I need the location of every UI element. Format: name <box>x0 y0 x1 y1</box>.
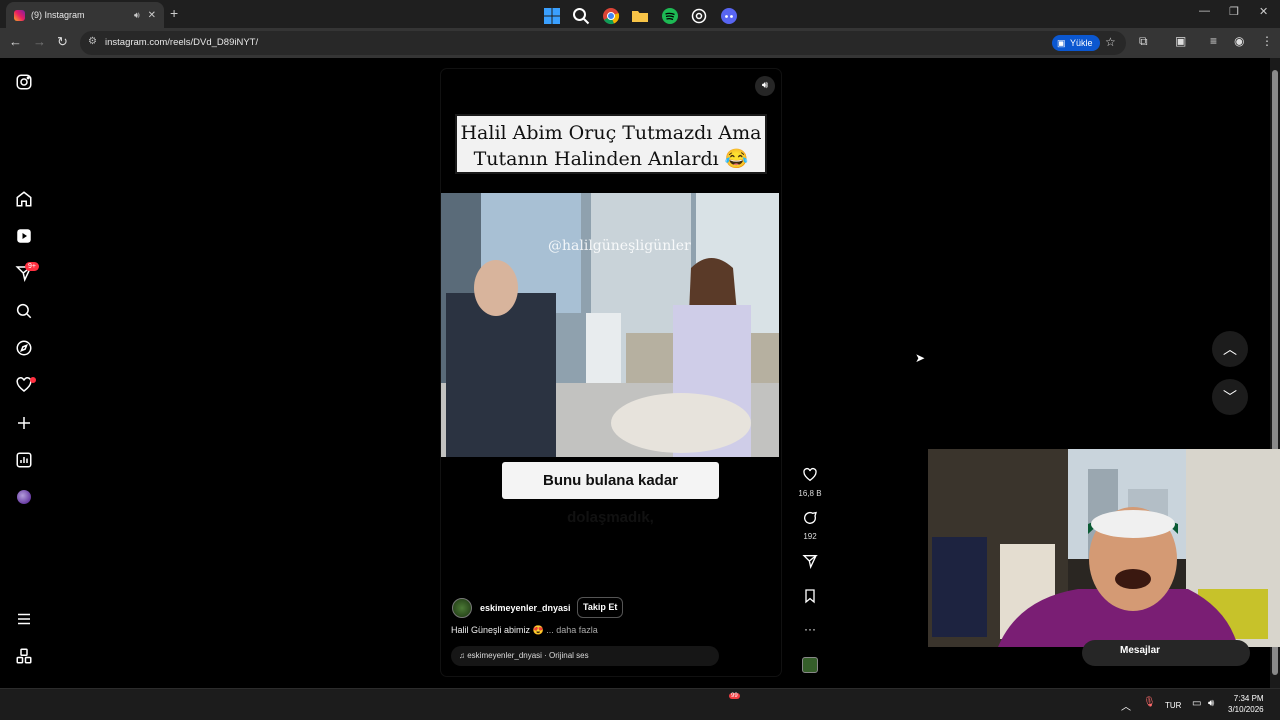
notification-badge: 9+ <box>25 262 39 271</box>
reels-icon[interactable] <box>15 227 33 245</box>
spotify-icon[interactable] <box>661 7 679 25</box>
reel-caption: Halil Güneşli abimiz 😍 ... daha fazla <box>451 625 598 636</box>
extensions-icon[interactable]: ⧉ <box>1139 34 1148 49</box>
site-info-icon[interactable]: ⚙ <box>88 36 97 47</box>
browser-tab[interactable]: (9) Instagram 🔊︎ ✕ <box>6 2 164 28</box>
music-note-icon: ♫ <box>459 651 468 660</box>
restore-icon[interactable]: ❐ <box>1229 5 1239 18</box>
network-icon[interactable]: ▭ <box>1192 698 1201 709</box>
chrome-icon[interactable] <box>602 7 620 25</box>
speaker-icon[interactable]: 🔊︎ <box>134 10 140 21</box>
account-avatar[interactable] <box>452 598 472 618</box>
discord-icon[interactable] <box>720 7 738 25</box>
more-options-icon[interactable]: ··· <box>800 622 820 636</box>
video-subtitle: Bunu bulana kadar dolaşmadık, <box>502 462 719 526</box>
save-action[interactable] <box>800 588 820 609</box>
messages-label: Mesajlar <box>1120 645 1161 656</box>
audio-label: eskimeyenler_dnyasi · Orijinal ses <box>467 651 589 660</box>
discord-badge: 99 <box>729 693 740 699</box>
upload-button[interactable]: Yükle <box>1052 35 1100 51</box>
notification-dot <box>30 377 36 383</box>
audio-thumbnail[interactable] <box>802 657 818 673</box>
clock-time: 7:34 PM <box>1233 694 1264 703</box>
language-indicator[interactable]: TUR <box>1165 701 1181 710</box>
like-count: 16,8 B <box>798 489 822 498</box>
media-control-icon[interactable]: ≡ <box>1210 34 1217 48</box>
system-clock[interactable]: 7:34 PM 3/10/2026 <box>1228 693 1264 715</box>
close-tab-icon[interactable]: ✕ <box>148 10 156 21</box>
taskbar-search-icon[interactable] <box>572 7 590 25</box>
microphone-icon[interactable]: 🎙︎ <box>1143 697 1156 708</box>
home-icon[interactable] <box>15 190 33 208</box>
messages-bar[interactable]: Mesajlar <box>1082 640 1250 666</box>
side-panel-icon[interactable]: ▣ <box>1175 34 1186 48</box>
tab-title: (9) Instagram <box>31 10 85 20</box>
windows-start-icon[interactable] <box>543 7 561 25</box>
profile-avatar[interactable] <box>17 490 31 504</box>
title-line-2: Tutanın Halinden Anlardı 😂 <box>473 148 749 170</box>
share-icon <box>802 555 818 570</box>
follow-button[interactable]: Takip Et <box>577 597 624 618</box>
comment-icon <box>804 511 817 524</box>
create-plus-icon[interactable] <box>15 414 33 432</box>
also-from-meta-icon[interactable] <box>15 647 33 665</box>
video-title-card: Halil Abim Oruç Tutmazdı Ama Tutanın Hal… <box>455 114 767 174</box>
caption-text: Halil Güneşli abimiz 😍 <box>451 625 544 635</box>
windows-taskbar <box>0 688 1280 720</box>
close-window-icon[interactable]: ✕ <box>1259 5 1268 18</box>
more-menu-icon[interactable] <box>15 610 33 628</box>
webcam-overlay <box>928 449 1280 647</box>
profile-icon[interactable]: ◉ <box>1234 34 1244 48</box>
video-watermark: @halilgüneşligünler <box>548 238 691 254</box>
clock-date: 3/10/2026 <box>1228 705 1264 714</box>
next-reel-button[interactable]: ﹀ <box>1212 379 1248 415</box>
forward-icon[interactable]: → <box>33 34 46 49</box>
like-action[interactable]: 16,8 B <box>798 467 822 498</box>
reload-icon[interactable]: ↻ <box>57 34 68 50</box>
like-heart-icon <box>803 467 817 482</box>
tray-overflow-icon[interactable]: ︿ <box>1121 698 1131 713</box>
threads-icon[interactable] <box>690 7 708 25</box>
audio-track[interactable]: ♫ eskimeyenler_dnyasi · Orijinal ses <box>451 646 719 666</box>
title-line-1: Halil Abim Oruç Tutmazdı Ama <box>460 122 762 144</box>
account-name[interactable]: eskimeyenler_dnyasi <box>480 603 571 613</box>
new-tab-button[interactable]: + <box>170 5 178 21</box>
comment-count: 192 <box>803 532 817 541</box>
comment-action[interactable]: 192 <box>800 510 820 541</box>
volume-tray-icon[interactable]: 🔊︎ <box>1208 698 1214 709</box>
search-icon[interactable] <box>15 302 33 320</box>
browser-toolbar: ← → ↻ ⚙ instagram.com/reels/DVd_D89iNYT/… <box>0 28 1280 58</box>
instagram-favicon-icon <box>14 9 25 21</box>
video-scene-image <box>441 193 779 457</box>
previous-reel-button[interactable]: ︿ <box>1212 331 1248 367</box>
dashboard-icon[interactable] <box>15 451 33 469</box>
browser-menu-icon[interactable]: ⋮ <box>1261 34 1273 48</box>
address-bar[interactable]: ⚙ instagram.com/reels/DVd_D89iNYT/ Yükle… <box>80 31 1126 55</box>
caption-more-link[interactable]: ... daha fazla <box>546 625 598 635</box>
mouse-cursor-icon: ➤ <box>915 351 926 365</box>
volume-icon[interactable]: 🔊︎ <box>755 76 775 96</box>
back-icon[interactable]: ← <box>9 34 22 49</box>
minimize-icon[interactable]: — <box>1199 5 1210 17</box>
instagram-logo-icon[interactable] <box>15 73 33 91</box>
share-action[interactable] <box>800 553 820 574</box>
bookmark-star-icon[interactable]: ☆ <box>1105 35 1116 49</box>
bookmark-icon <box>805 589 815 604</box>
explore-compass-icon[interactable] <box>15 339 33 357</box>
url-text: instagram.com/reels/DVd_D89iNYT/ <box>105 37 259 48</box>
file-explorer-icon[interactable] <box>631 7 649 25</box>
